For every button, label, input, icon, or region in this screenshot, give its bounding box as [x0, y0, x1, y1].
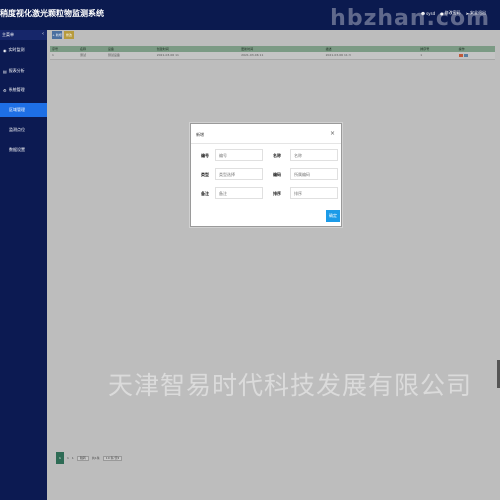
edit-label: 修改 — [65, 33, 72, 37]
encoding-input[interactable] — [290, 168, 338, 180]
page-last[interactable]: 1 — [72, 456, 74, 460]
add-label: 新增 — [55, 33, 62, 37]
table-cell: 1 — [50, 52, 78, 60]
table-cell: 测试 — [77, 52, 106, 60]
page-size-label: 10 条/页 — [105, 456, 118, 460]
sidebar-item-data-settings[interactable]: 数据设置 — [0, 143, 47, 157]
watermark-top: hbzhan.com — [330, 6, 490, 31]
data-table: 序号 名称 设备 创建时间 更新时间 描述 排序号 操作 1 测试 测试设备 2… — [50, 46, 495, 60]
sidebar-item-monitor-points[interactable]: 监测点位 — [0, 123, 47, 137]
dialog-header: 新增 × — [191, 124, 341, 144]
page-current[interactable]: 1 — [56, 452, 64, 464]
sidebar: 主菜单 ‹ ◉ 实时监测 ▤ 报表分析 ⚙ 系统管理 区域管理 监测点位 数据设置 — [0, 30, 47, 500]
page-size-select[interactable]: 10 条/页 ▾ — [102, 455, 123, 461]
sidebar-item-region[interactable]: 区域管理 — [0, 103, 47, 117]
delete-icon[interactable] — [458, 53, 463, 57]
location-icon: ◉ — [3, 47, 7, 53]
table-cell: 2021-03-06 11 — [239, 52, 324, 60]
table-cell: 2021-03-06 11:3 — [323, 52, 419, 60]
add-button[interactable]: + 新增 — [52, 31, 62, 39]
page-first[interactable]: 1 — [67, 456, 69, 460]
type-select[interactable] — [215, 168, 263, 180]
sidebar-item-label: 监测点位 — [9, 127, 25, 132]
sidebar-item-system[interactable]: ⚙ 系统管理 — [0, 83, 47, 97]
main-content: + 新增 修改 序号 名称 设备 创建时间 更新时间 描述 排序号 操作 1 测试… — [47, 30, 500, 500]
dialog-title: 新增 — [196, 132, 204, 137]
sidebar-item-label: 区域管理 — [9, 107, 25, 112]
confirm-button[interactable]: 确定 — [326, 210, 340, 222]
sidebar-item-label: 数据设置 — [9, 147, 25, 152]
table-cell: 测试设备 — [105, 52, 155, 60]
sort-input[interactable] — [290, 187, 338, 199]
sidebar-item-label: 实时监测 — [8, 47, 25, 52]
chart-icon: ▤ — [3, 68, 7, 74]
plus-icon: + — [52, 33, 55, 37]
field-label-encoding: 编码 — [273, 172, 281, 177]
field-label-sort: 排序 — [273, 191, 281, 196]
field-label-type: 类型 — [201, 172, 209, 177]
toolbar: + 新增 修改 — [52, 31, 74, 39]
edit-icon[interactable] — [463, 53, 468, 57]
name-input[interactable] — [290, 149, 338, 161]
collapse-icon[interactable]: ‹ — [42, 31, 44, 37]
sidebar-header: 主菜单 ‹ — [0, 30, 47, 40]
sidebar-item-label: 报表分析 — [8, 68, 25, 73]
row-actions — [458, 53, 495, 57]
app-title: 稍度视化激光颗粒物监测系统 — [0, 9, 104, 18]
remark-input[interactable] — [215, 187, 263, 199]
edit-button[interactable]: 修改 — [64, 31, 74, 39]
table-cell: 2021-03-06 11 — [154, 52, 240, 60]
watermark-company: 天津智易时代科技发展有限公司 — [108, 371, 473, 400]
table-cell-actions — [456, 52, 495, 60]
pagination: 1 1 1 跳转 共1条 10 条/页 ▾ — [56, 452, 123, 464]
code-input[interactable] — [215, 149, 263, 161]
field-label-remark: 备注 — [201, 191, 209, 196]
add-dialog: 新增 × 编号 名称 类型 编码 备注 排序 确定 — [190, 123, 342, 227]
close-icon[interactable]: × — [330, 130, 335, 137]
sidebar-item-realtime[interactable]: ◉ 实时监测 — [0, 43, 47, 57]
page-total: 共1条 — [91, 456, 100, 460]
field-label-code: 编号 — [201, 153, 209, 158]
sidebar-header-label: 主菜单 — [2, 32, 14, 37]
gear-icon: ⚙ — [3, 87, 7, 93]
sidebar-item-label: 系统管理 — [8, 87, 25, 92]
sidebar-item-reports[interactable]: ▤ 报表分析 — [0, 64, 47, 78]
table-cell: 1 — [418, 52, 457, 60]
field-label-name: 名称 — [273, 153, 281, 158]
page-jump-button[interactable]: 跳转 — [76, 455, 89, 461]
table-row[interactable]: 1 测试 测试设备 2021-03-06 11 2021-03-06 11 20… — [50, 52, 495, 60]
